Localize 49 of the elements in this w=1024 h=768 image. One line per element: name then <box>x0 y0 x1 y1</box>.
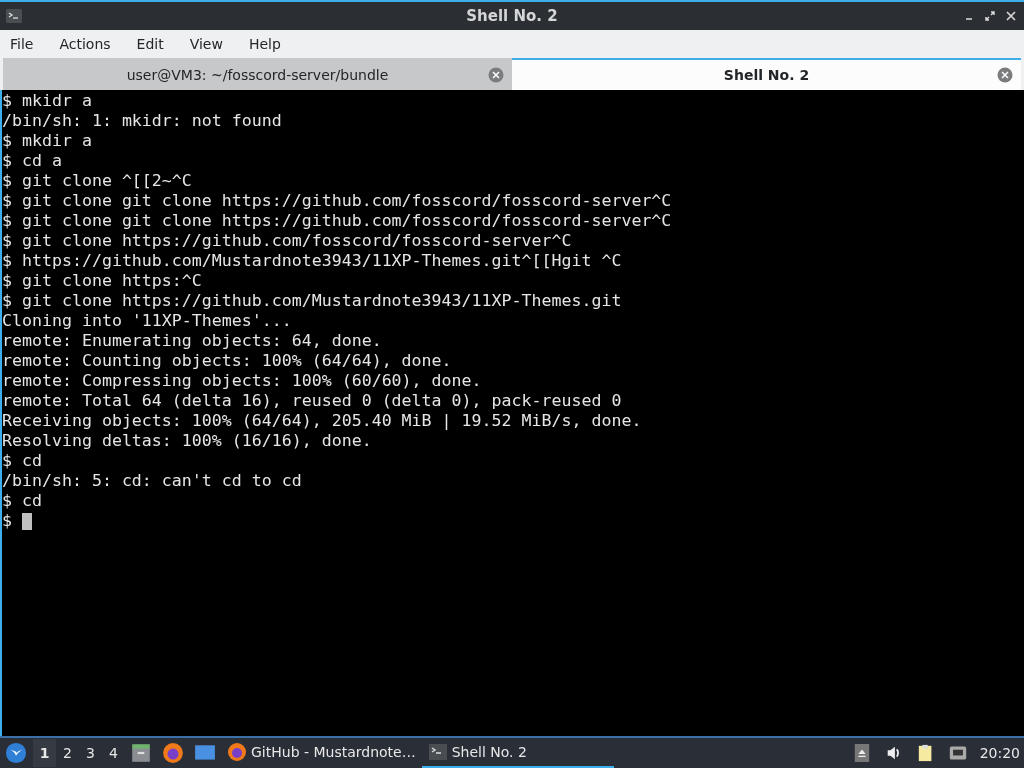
terminal-line: /bin/sh: 1: mkidr: not found <box>2 111 282 131</box>
network-icon[interactable] <box>948 744 967 762</box>
terminal-line: remote: Total 64 (delta 16), reused 0 (delta 0), pack-reused 0 <box>2 391 622 411</box>
terminal-line: $ cd a <box>2 151 62 171</box>
terminal-line: $ git clone https:^C <box>2 271 202 291</box>
firefox-icon <box>227 742 247 762</box>
close-tab-icon[interactable] <box>488 67 504 83</box>
close-tab-icon[interactable] <box>997 67 1013 83</box>
terminal-line: $ git clone ^[[2~^C <box>2 171 192 191</box>
workspace-button[interactable]: 1 <box>33 739 56 767</box>
taskbar-button[interactable]: Shell No. 2 <box>421 738 614 768</box>
terminal-line: Resolving deltas: 100% (16/16), done. <box>2 431 372 451</box>
text-cursor <box>22 512 32 530</box>
clock[interactable]: 20:20 <box>979 745 1020 761</box>
terminal-line: Receiving objects: 100% (64/64), 205.40 MiB | 19.52 MiB/s, done. <box>2 411 642 431</box>
terminal-line: $ git clone git clone https://github.com/fosscord/fosscord-server^C <box>2 211 672 231</box>
terminal-line: $ git clone https://github.com/fosscord/fosscord-server^C <box>2 231 572 251</box>
window-title: Shell No. 2 <box>466 7 558 25</box>
terminal-line: $ cd <box>2 451 42 471</box>
menu-item[interactable]: Edit <box>136 36 164 52</box>
maximize-icon[interactable] <box>985 11 995 21</box>
terminal-line: $ mkdir a <box>2 131 92 151</box>
workspace-button[interactable]: 4 <box>102 739 125 767</box>
eject-icon[interactable] <box>852 744 871 762</box>
workspace-button[interactable]: 2 <box>56 739 79 767</box>
terminal-line: $ mkidr a <box>2 91 92 111</box>
prompt: $ <box>2 511 12 531</box>
terminal-line: $ https://github.com/Mustardnote3943/11XP-Themes.git^[[Hgit ^C <box>2 251 622 271</box>
terminal-line: $ cd <box>2 491 42 511</box>
menu-item[interactable]: Actions <box>59 36 111 52</box>
terminal-line: $ git clone git clone https://github.com/fosscord/fosscord-server^C <box>2 191 672 211</box>
file-cabinet-icon[interactable] <box>130 742 152 764</box>
terminal-line: $ git clone https://github.com/Mustardnote3943/11XP-Themes.git <box>2 291 622 311</box>
terminal-line: remote: Compressing objects: 100% (60/60), done. <box>2 371 482 391</box>
terminal-line: /bin/sh: 5: cd: can't cd to cd <box>2 471 302 491</box>
firefox-icon[interactable] <box>162 742 184 764</box>
menu-item[interactable]: View <box>189 36 223 52</box>
taskbar-button[interactable]: GitHub - Mustardnote… <box>221 738 422 768</box>
terminal-line: remote: Enumerating objects: 64, done. <box>2 331 382 351</box>
tab[interactable]: Shell No. 2 <box>512 58 1021 90</box>
terminal-icon <box>6 9 22 23</box>
workspace-button[interactable]: 3 <box>79 739 102 767</box>
terminal-line: remote: Counting objects: 100% (64/64), done. <box>2 351 452 371</box>
close-icon[interactable] <box>1006 11 1016 21</box>
tab[interactable]: user@VM3: ~/fosscord-server/bundle <box>3 58 512 90</box>
terminal-icon <box>427 742 448 762</box>
terminal-line: Cloning into '11XP-Themes'... <box>2 311 292 331</box>
menu-item[interactable]: File <box>10 36 34 52</box>
menu-item[interactable]: Help <box>248 36 281 52</box>
